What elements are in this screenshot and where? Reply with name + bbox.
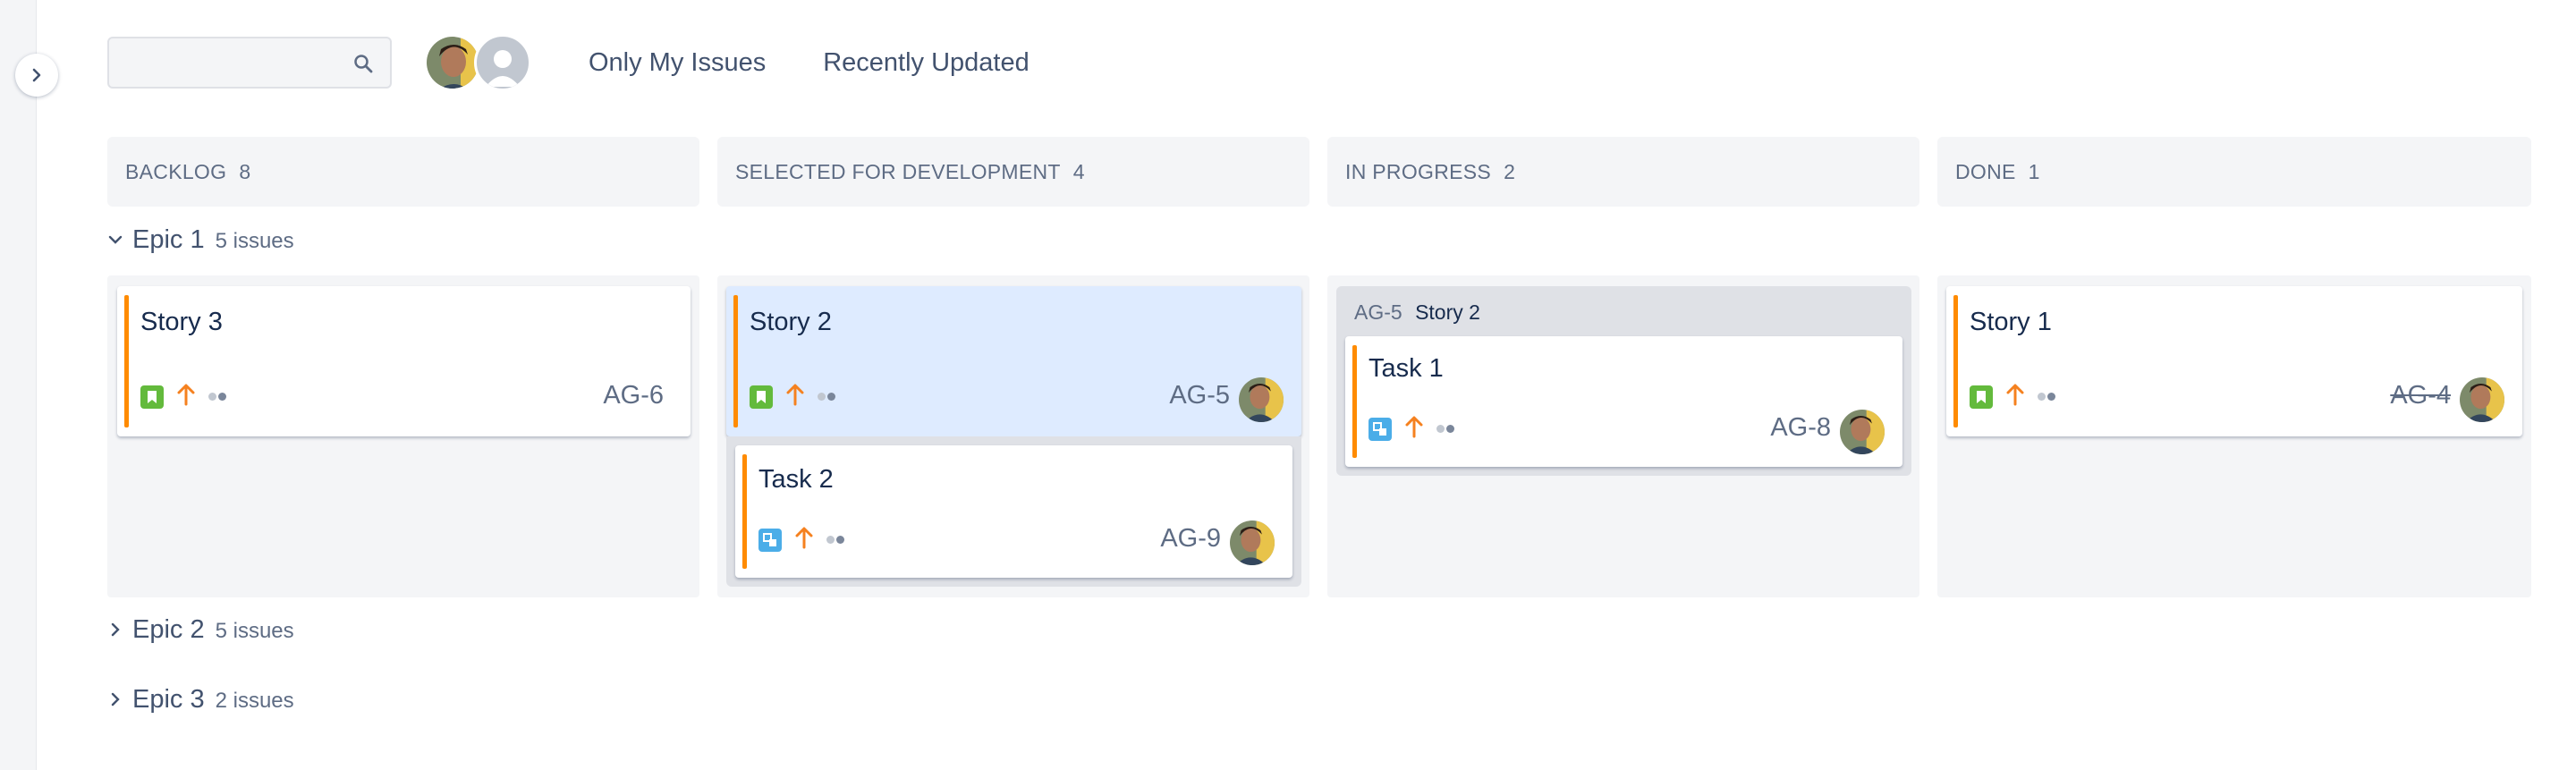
- priority-bar: [742, 454, 747, 569]
- column-header-backlog: BACKLOG 8: [107, 137, 699, 207]
- priority-bar: [124, 295, 129, 427]
- subtask-card[interactable]: Task 2 AG-9: [735, 445, 1292, 578]
- issue-card-selected[interactable]: Story 2 AG-5: [726, 286, 1301, 436]
- chevron-right-icon: [32, 68, 41, 82]
- card-title: Story 1: [1970, 308, 2052, 336]
- avatar-filter-group: [424, 34, 531, 91]
- column-count: 2: [1504, 159, 1516, 183]
- assignee-avatar[interactable]: [2460, 377, 2504, 422]
- board-toolbar: Only My Issues Recently Updated: [107, 34, 1030, 91]
- issue-key[interactable]: AG-5: [1169, 381, 1230, 410]
- swimlane-name: Epic 2: [132, 615, 205, 644]
- parent-name: Story 2: [1415, 300, 1480, 324]
- issue-key[interactable]: AG-8: [1770, 413, 1831, 443]
- subtask-card[interactable]: Task 1 AG-8: [1345, 336, 1902, 467]
- column-header-selected: SELECTED FOR DEVELOPMENT 4: [717, 137, 1309, 207]
- story-icon: [750, 385, 773, 409]
- column-name: IN PROGRESS: [1345, 159, 1492, 183]
- issue-key[interactable]: AG-9: [1160, 524, 1221, 554]
- swimlane-name: Epic 3: [132, 685, 205, 714]
- priority-high-icon: [794, 526, 814, 554]
- story-icon: [140, 385, 164, 409]
- subtask-icon: [758, 528, 782, 552]
- assignee-avatar[interactable]: [1239, 377, 1284, 422]
- subtask-icon: [1368, 417, 1392, 441]
- column-header-in-progress: IN PROGRESS 2: [1327, 137, 1919, 207]
- chevron-right-icon: [107, 691, 129, 712]
- chevron-right-icon: [107, 622, 129, 642]
- column-count: 8: [239, 159, 251, 183]
- estimate-icon: [818, 393, 835, 401]
- parent-key: AG-5: [1354, 300, 1402, 324]
- search-icon: [352, 53, 374, 79]
- issue-card[interactable]: Story 3 AG-6: [117, 286, 691, 436]
- unassigned-avatar[interactable]: [474, 34, 531, 91]
- assignee-avatar[interactable]: [1840, 410, 1885, 454]
- priority-high-icon: [176, 383, 196, 410]
- swimlane-epic-1[interactable]: Epic 1 5 issues: [107, 225, 294, 255]
- issue-card[interactable]: Story 1 AG-4: [1946, 286, 2522, 436]
- swimlane-epic-3[interactable]: Epic 3 2 issues: [107, 685, 294, 715]
- chevron-down-icon: [107, 232, 129, 252]
- issue-key[interactable]: AG-4: [2390, 381, 2451, 410]
- swimlane-count: 2 issues: [215, 689, 294, 713]
- swimlane-name: Epic 1: [132, 225, 205, 254]
- column-count: 1: [2028, 159, 2040, 183]
- parent-story-header[interactable]: AG-5 Story 2: [1354, 300, 1480, 325]
- priority-high-icon: [785, 383, 805, 410]
- column-header-done: DONE 1: [1937, 137, 2531, 207]
- card-title: Story 2: [750, 308, 832, 336]
- estimate-icon: [208, 393, 226, 401]
- column-name: BACKLOG: [125, 159, 227, 183]
- column-count: 4: [1072, 159, 1085, 183]
- estimate-icon: [2038, 393, 2055, 401]
- priority-bar: [733, 295, 738, 427]
- assignee-avatar[interactable]: [1230, 520, 1275, 565]
- recently-updated-filter[interactable]: Recently Updated: [823, 48, 1030, 78]
- card-title: Story 3: [140, 308, 223, 336]
- only-my-issues-filter[interactable]: Only My Issues: [589, 48, 766, 78]
- expand-sidebar-button[interactable]: [15, 54, 58, 97]
- estimate-icon: [1436, 425, 1454, 433]
- issue-key[interactable]: AG-6: [603, 381, 664, 410]
- estimate-icon: [826, 536, 844, 544]
- column-name: DONE: [1955, 159, 2016, 183]
- search-box[interactable]: [107, 37, 392, 89]
- user-avatar[interactable]: [424, 34, 481, 91]
- story-icon: [1970, 385, 1993, 409]
- priority-bar: [1953, 295, 1958, 427]
- card-title: Task 2: [758, 465, 834, 494]
- card-title: Task 1: [1368, 354, 1444, 383]
- swimlane-epic-2[interactable]: Epic 2 5 issues: [107, 615, 294, 645]
- swimlane-count: 5 issues: [215, 229, 294, 253]
- priority-bar: [1352, 345, 1357, 458]
- search-input[interactable]: [109, 38, 370, 87]
- swimlane-count: 5 issues: [215, 619, 294, 643]
- priority-high-icon: [1404, 415, 1424, 443]
- sidebar-rail: [0, 0, 37, 770]
- priority-high-icon: [2005, 383, 2025, 410]
- column-name: SELECTED FOR DEVELOPMENT: [735, 159, 1061, 183]
